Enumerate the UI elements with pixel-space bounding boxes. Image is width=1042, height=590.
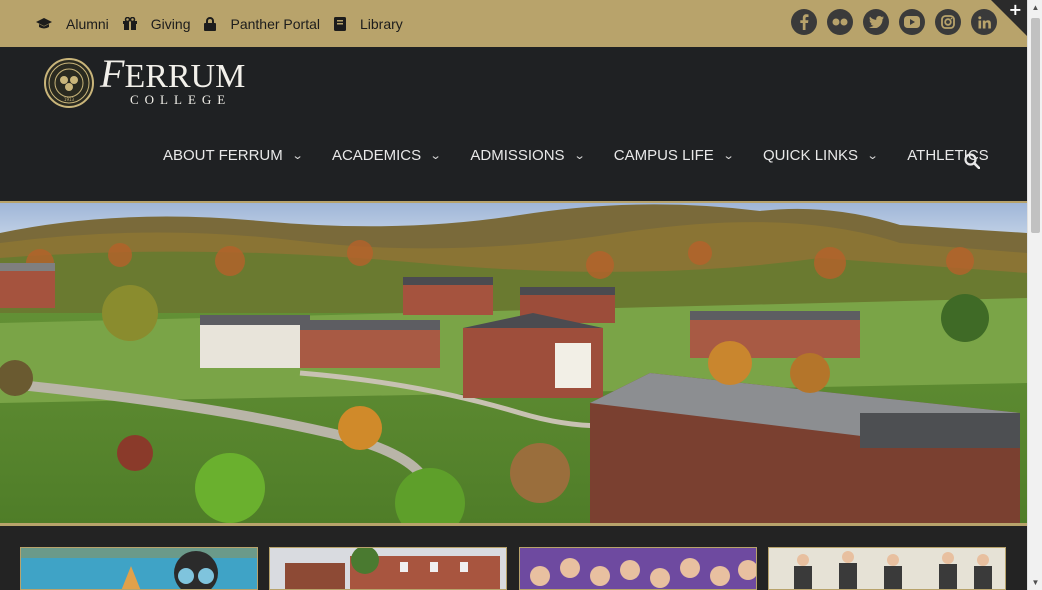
college-seal-icon: 1913 (44, 57, 94, 108)
feature-thumb-crowd[interactable] (519, 547, 757, 590)
site-header: 1913 FERRUM COLLEGE ABOUT FERRUM ⌄ ACADE… (0, 47, 1027, 201)
nav-label: ADMISSIONS (470, 147, 565, 164)
chevron-down-icon: ⌄ (866, 150, 879, 162)
utility-bar: Alumni Giving Panther Portal Library + (0, 0, 1027, 47)
nav-label: ACADEMICS (331, 147, 422, 164)
chevron-down-icon: ⌄ (429, 150, 442, 162)
twitter-icon[interactable] (863, 9, 889, 35)
book-icon (333, 16, 346, 31)
svg-text:1913: 1913 (64, 97, 75, 102)
chevron-down-icon: ⌄ (722, 150, 735, 162)
giving-link[interactable]: Giving (122, 15, 191, 32)
nav-quick-links[interactable]: QUICK LINKS ⌄ (763, 147, 879, 164)
alumni-label: Alumni (66, 15, 109, 32)
nav-campus-life[interactable]: CAMPUS LIFE ⌄ (613, 147, 735, 164)
search-button[interactable] (964, 153, 981, 174)
nav-label: CAMPUS LIFE (613, 147, 714, 164)
logo-wordmark: FERRUM COLLEGE (100, 51, 246, 108)
logo-subtitle: COLLEGE (130, 92, 232, 107)
graduation-cap-icon (36, 17, 52, 28)
social-links (781, 9, 997, 35)
alumni-link[interactable]: Alumni (36, 16, 109, 32)
panther-portal-label: Panther Portal (230, 15, 320, 32)
scroll-down-arrow-icon[interactable]: ▼ (1028, 575, 1042, 590)
feature-thumb-band[interactable] (768, 547, 1006, 590)
scroll-up-arrow-icon[interactable]: ▲ (1028, 0, 1042, 15)
gift-icon (122, 17, 137, 30)
library-label: Library (359, 15, 403, 32)
chevron-down-icon: ⌄ (573, 150, 586, 162)
facebook-icon[interactable] (791, 9, 817, 35)
library-link[interactable]: Library (333, 15, 403, 32)
logo-name: FERRUM (100, 51, 246, 96)
feature-thumb-snorkel[interactable] (20, 547, 258, 590)
utility-links: Alumni Giving Panther Portal Library (36, 0, 417, 47)
nav-label: QUICK LINKS (763, 147, 859, 164)
panther-portal-link[interactable]: Panther Portal (204, 16, 320, 32)
instagram-icon[interactable] (935, 9, 961, 35)
scrollbar-thumb[interactable] (1031, 18, 1040, 233)
search-icon (964, 153, 981, 170)
page-scrollbar[interactable]: ▲ ▼ (1027, 0, 1042, 590)
plus-icon[interactable]: + (1009, 0, 1022, 19)
nav-admissions[interactable]: ADMISSIONS ⌄ (470, 147, 586, 164)
nav-academics[interactable]: ACADEMICS ⌄ (331, 147, 442, 164)
chevron-down-icon: ⌄ (291, 150, 304, 162)
lock-icon (204, 16, 217, 31)
nav-about-ferrum[interactable]: ABOUT FERRUM ⌄ (163, 147, 304, 164)
youtube-icon[interactable] (899, 9, 925, 35)
ferrum-college-logo[interactable]: 1913 FERRUM COLLEGE (44, 51, 246, 108)
giving-label: Giving (150, 15, 191, 32)
hero-campus-image (0, 203, 1027, 523)
main-navigation: ABOUT FERRUM ⌄ ACADEMICS ⌄ ADMISSIONS ⌄ … (163, 147, 1019, 164)
feature-thumb-building[interactable] (269, 547, 507, 590)
nav-label: ABOUT FERRUM (163, 147, 283, 164)
flickr-icon[interactable] (827, 9, 853, 35)
